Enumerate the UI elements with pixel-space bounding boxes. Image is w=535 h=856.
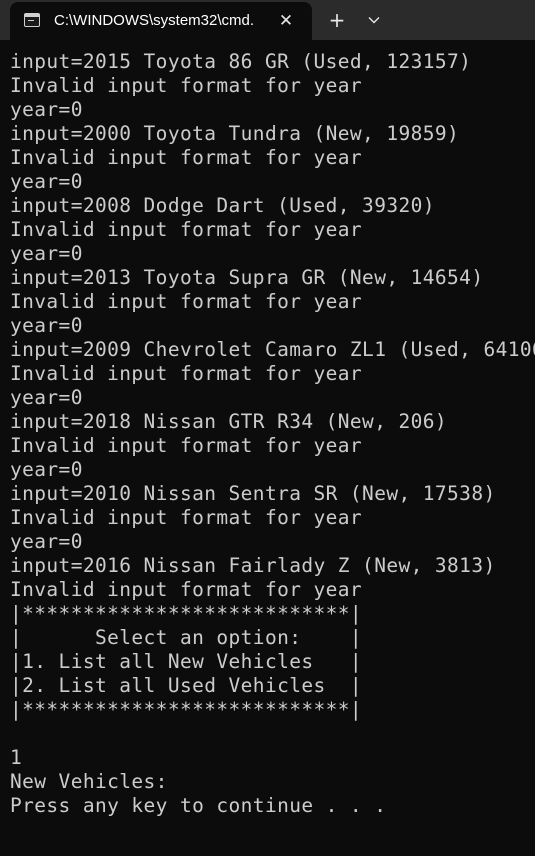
menu-heading: | Select an option: | (10, 626, 363, 649)
menu-border-bottom: |***************************| (10, 698, 363, 721)
console-line: year=0 (10, 314, 83, 337)
console-line: year=0 (10, 170, 83, 193)
close-tab-icon[interactable]: ✕ (274, 9, 298, 33)
console-line: input=2013 Toyota Supra GR (New, 14654) (10, 266, 484, 289)
console-line: input=2010 Nissan Sentra SR (New, 17538) (10, 482, 496, 505)
console-line: Invalid input format for year (10, 506, 363, 529)
console-line: input=2015 Toyota 86 GR (Used, 123157) (10, 50, 472, 73)
console-line: input=2000 Toyota Tundra (New, 19859) (10, 122, 460, 145)
console-line: input=2008 Dodge Dart (Used, 39320) (10, 194, 435, 217)
chevron-down-icon (368, 17, 380, 24)
terminal-window: C:\WINDOWS\system32\cmd. ✕ + input=2015 … (0, 0, 535, 856)
console-line: Invalid input format for year (10, 74, 363, 97)
menu-option-new: |1. List all New Vehicles | (10, 650, 363, 673)
menu-border-top: |***************************| (10, 602, 363, 625)
menu-option-used: |2. List all Used Vehicles | (10, 674, 363, 697)
console-line: Invalid input format for year (10, 290, 363, 313)
console-line: input=2016 Nissan Fairlady Z (New, 3813) (10, 554, 496, 577)
section-heading: New Vehicles: (10, 770, 168, 793)
console-line: Invalid input format for year (10, 434, 363, 457)
tab-cmd[interactable]: C:\WINDOWS\system32\cmd. ✕ (10, 2, 312, 40)
console-output[interactable]: input=2015 Toyota 86 GR (Used, 123157) I… (10, 50, 535, 850)
console-line: year=0 (10, 386, 83, 409)
console-line: year=0 (10, 458, 83, 481)
new-tab-button[interactable]: + (322, 7, 352, 33)
console-line: Invalid input format for year (10, 218, 363, 241)
console-line: input=2018 Nissan GTR R34 (New, 206) (10, 410, 448, 433)
terminal-icon (24, 13, 40, 27)
console-line: Invalid input format for year (10, 362, 363, 385)
user-input-echo: 1 (10, 746, 23, 769)
tab-title: C:\WINDOWS\system32\cmd. (54, 12, 255, 29)
console-line: year=0 (10, 530, 83, 553)
console-line: Invalid input format for year (10, 578, 363, 601)
title-bar: C:\WINDOWS\system32\cmd. ✕ + (0, 0, 535, 40)
console-line: year=0 (10, 242, 83, 265)
console-line: Invalid input format for year (10, 146, 363, 169)
console-line: year=0 (10, 98, 83, 121)
console-line: input=2009 Chevrolet Camaro ZL1 (Used, 6… (10, 338, 535, 361)
continue-prompt: Press any key to continue . . . (10, 794, 387, 817)
tab-dropdown-button[interactable] (360, 7, 388, 33)
